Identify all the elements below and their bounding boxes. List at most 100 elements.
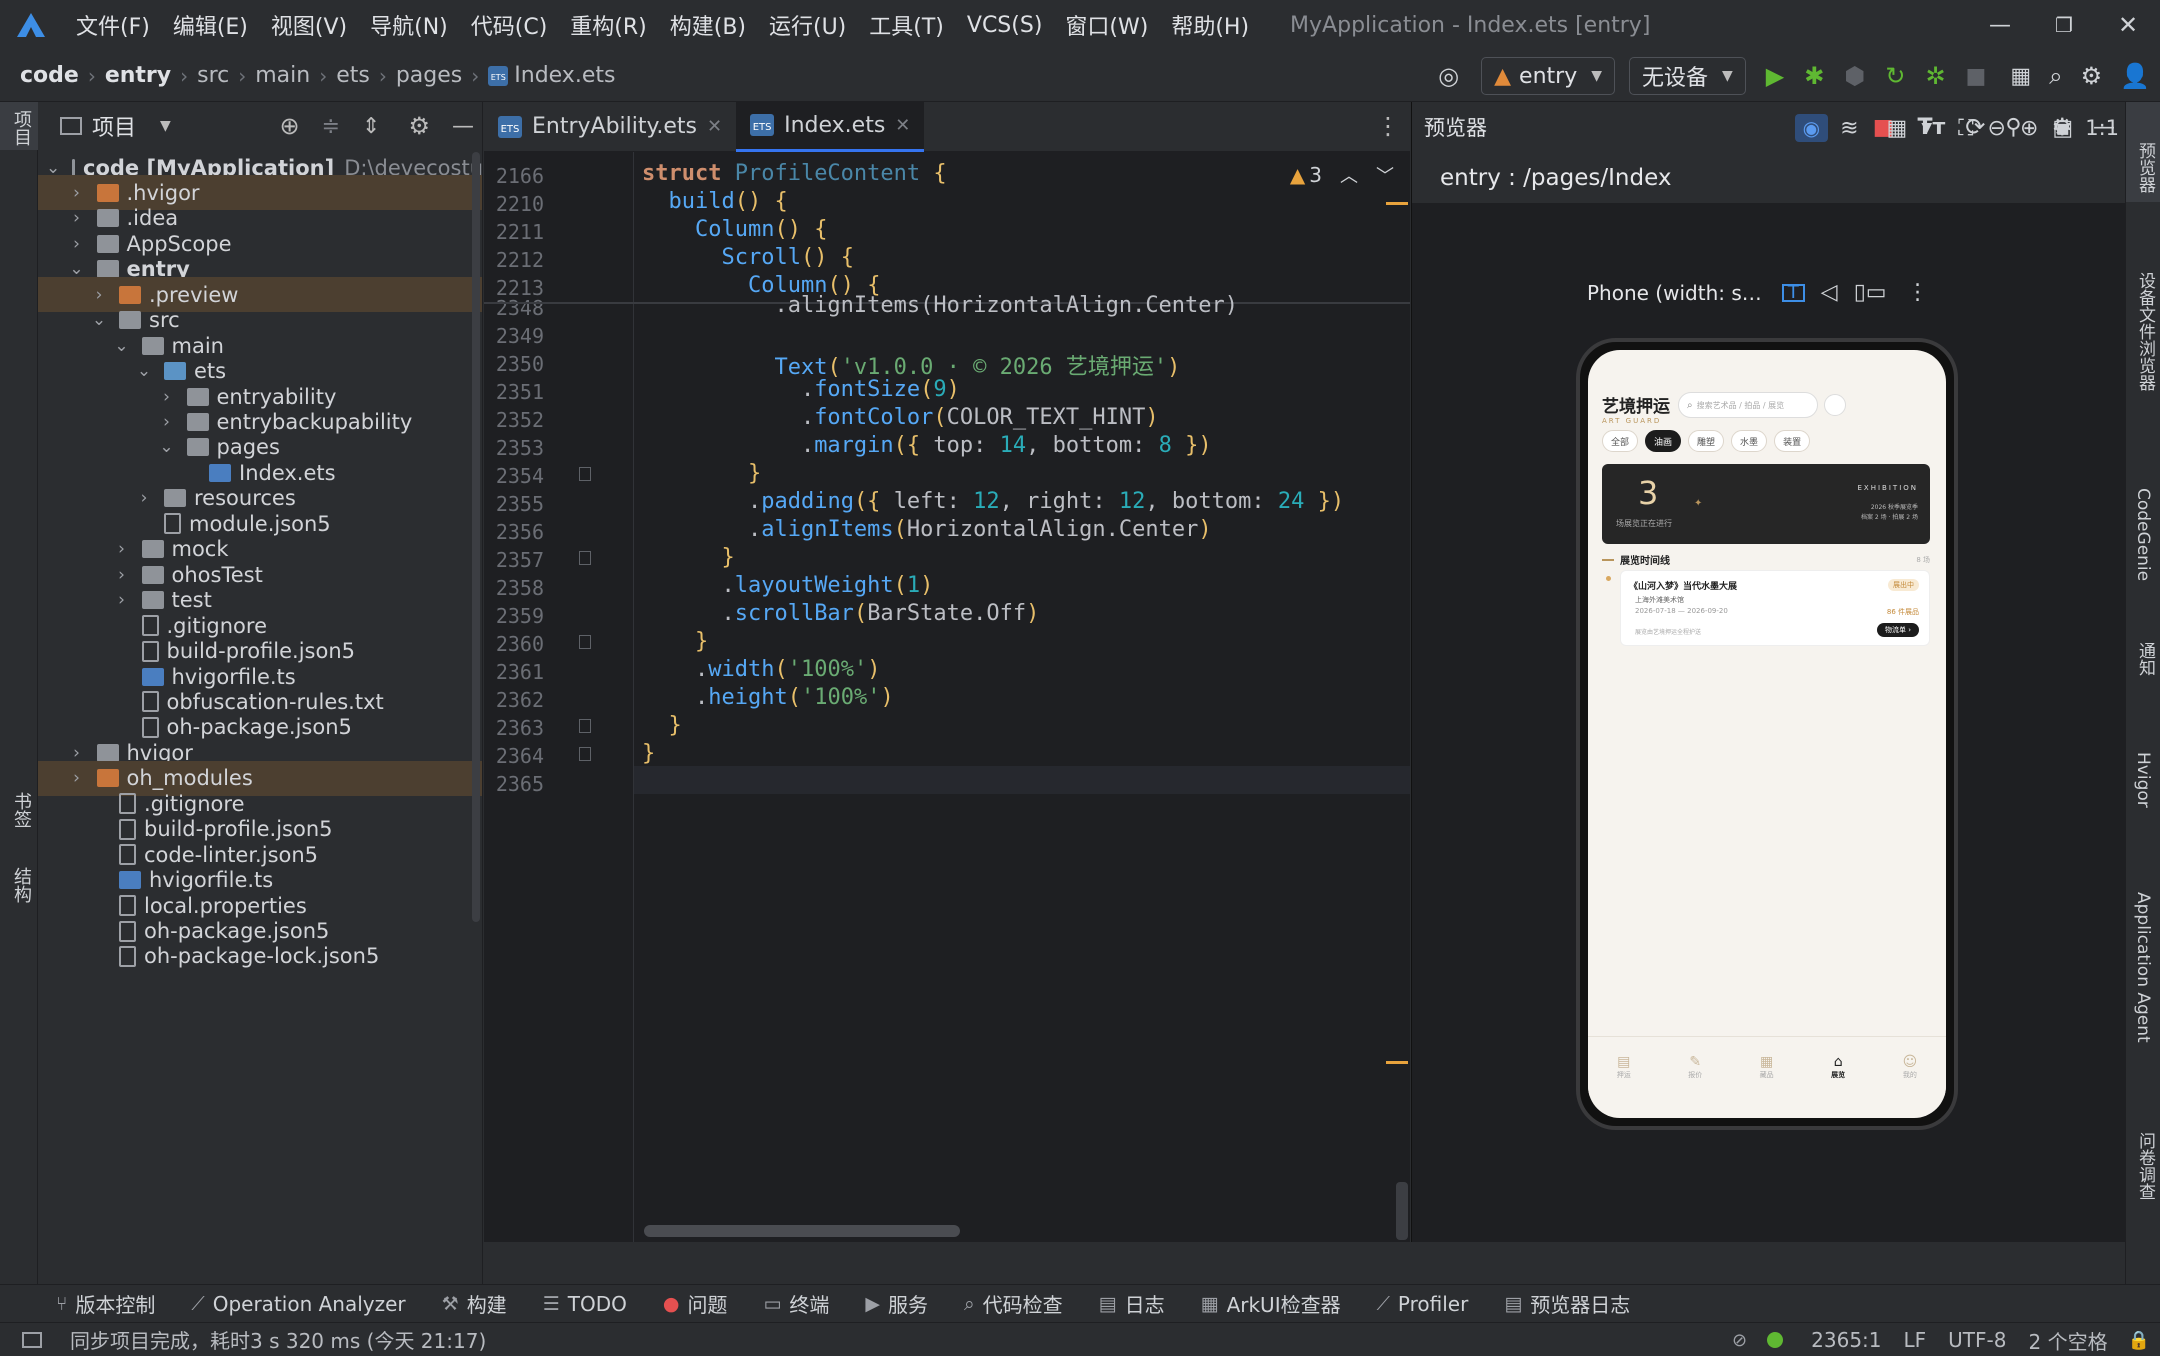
code-line[interactable]: build() { <box>642 189 788 214</box>
tab-entryability[interactable]: ETS EntryAbility.ets ✕ <box>484 102 736 152</box>
back-icon[interactable]: ◁ <box>1821 280 1838 305</box>
previewer-tool-button[interactable]: 预览器 <box>2126 102 2160 202</box>
code-line[interactable]: .height('100%') <box>642 685 894 710</box>
code-line[interactable]: Column() { <box>642 217 827 242</box>
chevron-down-icon[interactable]: ▼ <box>1921 120 1932 136</box>
tool-window-button[interactable]: ⌕ 代码检查 <box>964 1289 1063 1318</box>
more-options-icon[interactable]: ⋮ <box>1907 280 1929 305</box>
run-icon[interactable]: ▶ <box>1766 62 1784 90</box>
tool-window-button[interactable]: ● 问题 <box>663 1289 728 1318</box>
breadcrumb-item[interactable]: main <box>255 63 310 88</box>
category-chip[interactable]: 装置 <box>1774 430 1811 452</box>
menu-item[interactable]: 编辑(E) <box>173 9 248 41</box>
device-label[interactable]: Phone (width: s… <box>1587 281 1762 305</box>
code-line[interactable]: } <box>642 461 761 486</box>
attach-debugger-icon[interactable]: ⬢ <box>1844 62 1865 90</box>
code-line[interactable]: } <box>642 629 708 654</box>
horizontal-scrollbar[interactable] <box>644 1225 960 1237</box>
account-icon[interactable]: 👤 <box>2120 62 2150 90</box>
breadcrumb-item[interactable]: entry <box>105 63 171 88</box>
next-highlight-icon[interactable]: ﹀ <box>1376 162 1394 188</box>
tool-window-button[interactable]: ⚒ 构建 <box>442 1289 507 1318</box>
warning-stripe-mark[interactable] <box>1386 202 1408 205</box>
chevron-down-icon[interactable]: ▼ <box>160 118 171 134</box>
settings-gear-icon[interactable]: ⚙ <box>2081 62 2103 90</box>
menu-item[interactable]: 工具(T) <box>869 9 944 41</box>
device-type-icon[interactable]: T <box>1781 283 1805 302</box>
application-agent-tool[interactable]: Application Agent <box>2133 892 2153 1043</box>
close-tab-icon[interactable]: ✕ <box>707 116 722 137</box>
category-chip[interactable]: 全部 <box>1602 430 1639 452</box>
code-line[interactable]: Scroll() { <box>642 245 853 270</box>
tree-node[interactable]: oh-package-lock.json5 <box>38 939 482 974</box>
device-select[interactable]: 无设备 ▼ <box>1629 57 1746 95</box>
code-area[interactable]: struct ProfileContent { build() { Column… <box>484 152 1410 1242</box>
breadcrumb-item[interactable]: Index.ets <box>514 63 615 88</box>
menu-item[interactable]: 运行(U) <box>769 9 846 41</box>
category-chip[interactable]: 雕塑 <box>1688 430 1725 452</box>
codegenie-tool[interactable]: CodeGenie <box>2133 488 2153 581</box>
tool-window-button[interactable]: ▦ ArkUI检查器 <box>1201 1289 1341 1318</box>
menu-item[interactable]: 构建(B) <box>670 9 746 41</box>
inspector-icon[interactable]: ◉ <box>1794 114 1829 142</box>
search-icon[interactable]: ⌕ <box>2049 62 2062 90</box>
run-config-select[interactable]: ▲ entry ▼ <box>1481 57 1615 95</box>
previous-highlight-icon[interactable]: ︿ <box>1340 162 1358 188</box>
locate-file-icon[interactable]: ⊕ <box>280 112 300 140</box>
tool-window-button[interactable]: ▶ 服务 <box>865 1289 928 1318</box>
menu-item[interactable]: 导航(N) <box>370 9 448 41</box>
debug-icon[interactable]: ✱ <box>1804 62 1824 90</box>
tool-window-button[interactable]: ⑂ 版本控制 <box>56 1289 155 1318</box>
status-message[interactable]: 同步项目完成，耗时3 s 320 ms (今天 21:17) <box>70 1325 486 1354</box>
code-line[interactable]: .scrollBar(BarState.Off) <box>642 601 1039 626</box>
tree-scrollbar[interactable] <box>472 152 480 922</box>
menu-item[interactable]: 窗口(W) <box>1065 9 1148 41</box>
code-line[interactable]: struct ProfileContent { <box>642 161 947 186</box>
close-tab-icon[interactable]: ✕ <box>895 115 910 136</box>
category-chip[interactable]: 油画 <box>1645 430 1682 452</box>
minimize-button[interactable]: — <box>1968 13 2032 38</box>
device-file-browser-tool[interactable]: 设备文件浏览器 <box>2133 272 2158 391</box>
more-tabs-icon[interactable]: ⋮ <box>1376 112 1400 140</box>
menu-item[interactable]: 视图(V) <box>271 9 347 41</box>
file-encoding[interactable]: UTF-8 <box>1948 1328 2006 1352</box>
category-chip[interactable]: 水墨 <box>1731 430 1768 452</box>
menu-item[interactable]: VCS(S) <box>967 13 1043 38</box>
layers-icon[interactable]: ≋ <box>1840 116 1858 141</box>
tool-window-button[interactable]: ⟋ Profiler <box>1377 1292 1469 1316</box>
menu-item[interactable]: 代码(C) <box>471 9 548 41</box>
tab-index[interactable]: ETS Index.ets ✕ <box>736 101 925 152</box>
menu-item[interactable]: 重构(R) <box>570 9 646 41</box>
tool-window-button[interactable]: ▤ 日志 <box>1099 1289 1165 1318</box>
app-tab[interactable]: ▦ 藏品 <box>1760 1054 1774 1080</box>
vertical-scrollbar[interactable] <box>1396 1182 1408 1240</box>
zoom-in-icon[interactable]: ⊕ <box>2020 116 2038 141</box>
fit-screen-icon[interactable]: ⛶ <box>1958 116 1973 141</box>
hvigor-tool[interactable]: Hvigor <box>2133 752 2153 808</box>
tool-window-button[interactable]: ▤ 预览器日志 <box>1504 1289 1630 1318</box>
notification-bell-icon[interactable] <box>1824 394 1846 416</box>
expand-all-icon[interactable]: ≑ <box>322 114 340 139</box>
indent-setting[interactable]: 2 个空格 <box>2028 1326 2107 1355</box>
code-line[interactable]: .fontSize(9) <box>642 377 960 402</box>
app-tab[interactable]: ✎ 报价 <box>1688 1054 1702 1080</box>
breadcrumb-item[interactable]: ets <box>336 63 370 88</box>
profile-icon[interactable]: ✲ <box>1925 62 1945 90</box>
breadcrumb-item[interactable]: src <box>197 63 229 88</box>
project-tool-button[interactable]: 项目 <box>0 102 38 150</box>
panel-options-gear-icon[interactable]: ⚙ <box>408 112 430 140</box>
notifications-tool[interactable]: 通知 <box>2133 642 2158 676</box>
exhibition-card[interactable]: 《山河入梦》当代水墨大展 展出中 上海外滩美术馆 2026-07-18 — 20… <box>1620 570 1930 646</box>
tool-window-button[interactable]: ▭ 终端 <box>763 1289 829 1318</box>
code-line[interactable]: .fontColor(COLOR_TEXT_HINT) <box>642 405 1159 430</box>
code-line[interactable]: .alignItems(HorizontalAlign.Center) <box>642 517 1212 542</box>
card-action-button[interactable]: 物流单 › <box>1876 623 1919 637</box>
phone-screen[interactable]: 艺境押运 ART GUARD ⌕ 搜索艺术品 / 拍品 / 展览 全部 油画 雕塑水… <box>1588 350 1946 1118</box>
collapse-all-icon[interactable]: ⇕ <box>362 114 380 139</box>
breadcrumb-item[interactable]: code <box>20 63 79 88</box>
app-tab[interactable]: ⌂ 展览 <box>1831 1054 1845 1080</box>
read-only-icon[interactable]: ⊘ <box>1732 1330 1747 1351</box>
close-window-button[interactable]: ✕ <box>2096 11 2160 39</box>
search-input[interactable]: ⌕ 搜索艺术品 / 拍品 / 展览 <box>1678 392 1818 418</box>
rotate-icon[interactable]: ▯▭ <box>1854 280 1887 305</box>
